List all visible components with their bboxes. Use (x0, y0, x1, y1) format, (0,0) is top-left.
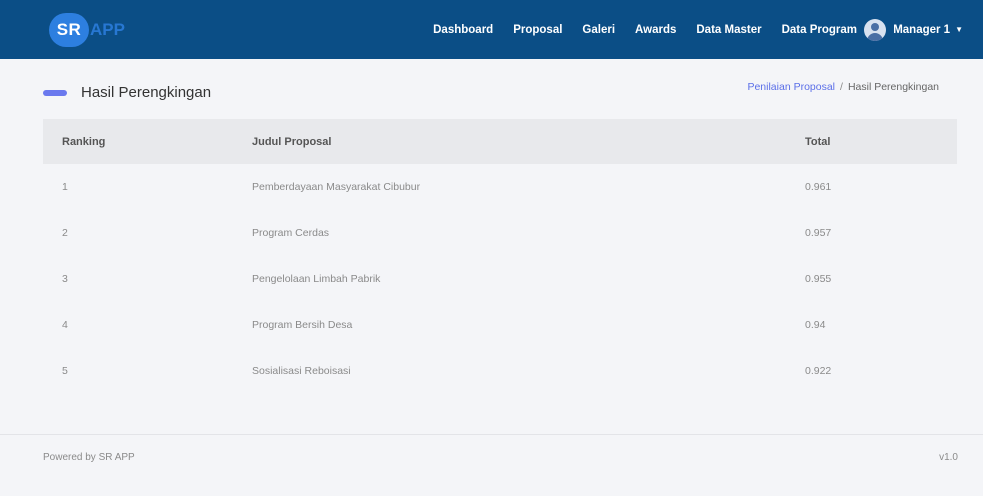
logo-badge: SR (49, 13, 89, 47)
footer-version: v1.0 (939, 452, 958, 463)
cell-title: Pemberdayaan Masyarakat Cibubur (252, 181, 421, 193)
cell-total: 0.955 (805, 273, 832, 285)
cell-rank: 4 (62, 319, 68, 331)
nav-menu: Dashboard Proposal Galeri Awards Data Ma… (413, 0, 857, 59)
table-row: 1 Pemberdayaan Masyarakat Cibubur 0.961 (43, 164, 957, 210)
cell-rank: 3 (62, 273, 68, 285)
nav-item-proposal[interactable]: Proposal (513, 24, 562, 36)
top-navbar: SR APP Dashboard Proposal Galeri Awards … (0, 0, 983, 59)
cell-title: Pengelolaan Limbah Pabrik (252, 273, 381, 285)
column-header-total: Total (805, 135, 831, 148)
nav-item-dashboard[interactable]: Dashboard (433, 24, 493, 36)
cell-total: 0.94 (805, 319, 826, 331)
page-title: Hasil Perengkingan (81, 84, 212, 101)
footer-powered-by: Powered by SR APP (43, 452, 135, 463)
cell-total: 0.961 (805, 181, 832, 193)
cell-title: Program Bersih Desa (252, 319, 353, 331)
nav-item-galeri[interactable]: Galeri (582, 24, 615, 36)
footer-divider (0, 434, 983, 435)
nav-item-data-program[interactable]: Data Program (782, 24, 857, 36)
breadcrumb-separator: / (840, 81, 843, 93)
column-header-judul-proposal: Judul Proposal (252, 135, 332, 148)
cell-rank: 2 (62, 227, 68, 239)
app-logo[interactable]: SR APP (49, 13, 125, 47)
user-name: Manager 1 (893, 23, 951, 36)
breadcrumb-link-penilaian-proposal[interactable]: Penilaian Proposal (747, 81, 835, 93)
ranking-table: Ranking Judul Proposal Total 1 Pemberday… (43, 119, 957, 394)
cell-title: Sosialisasi Reboisasi (252, 365, 351, 377)
logo-text: APP (90, 20, 125, 39)
column-header-ranking: Ranking (62, 135, 106, 148)
page-header: Hasil Perengkingan (43, 84, 211, 101)
cell-rank: 1 (62, 181, 68, 193)
user-menu[interactable]: Manager 1 ▼ (864, 0, 963, 59)
table-row: 4 Program Bersih Desa 0.94 (43, 302, 957, 348)
table-row: 2 Program Cerdas 0.957 (43, 210, 957, 256)
chevron-down-icon: ▼ (955, 25, 963, 34)
table-row: 5 Sosialisasi Reboisasi 0.922 (43, 348, 957, 394)
breadcrumb-current: Hasil Perengkingan (847, 81, 939, 93)
cell-title: Program Cerdas (252, 227, 330, 239)
cell-total: 0.957 (805, 227, 832, 239)
table-row: 3 Pengelolaan Limbah Pabrik 0.955 (43, 256, 957, 302)
table-header: Ranking Judul Proposal Total (43, 119, 957, 164)
nav-item-data-master[interactable]: Data Master (696, 24, 761, 36)
avatar-icon (864, 18, 887, 41)
breadcrumb: Penilaian Proposal / Hasil Perengkingan (747, 81, 939, 93)
cell-total: 0.922 (805, 365, 832, 377)
nav-item-awards[interactable]: Awards (635, 24, 676, 36)
cell-rank: 5 (62, 365, 68, 377)
title-accent-bar (43, 89, 67, 96)
